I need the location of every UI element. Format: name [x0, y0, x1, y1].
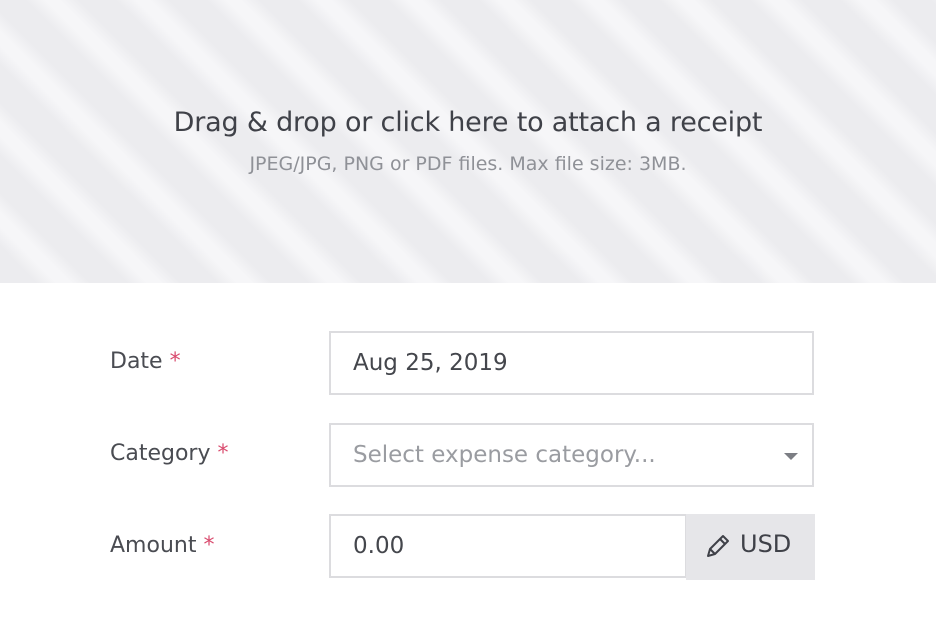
amount-label-text: Amount	[110, 533, 197, 558]
category-label: Category *	[110, 441, 229, 466]
date-field[interactable]: Aug 25, 2019	[329, 331, 814, 395]
receipt-dropzone[interactable]: Drag & drop or click here to attach a re…	[0, 0, 936, 283]
expense-form: Date * Aug 25, 2019 Category * Select expe…	[0, 283, 936, 626]
required-marker: *	[217, 441, 229, 466]
category-select[interactable]: Select expense category...	[329, 423, 814, 487]
date-label-text: Date	[110, 349, 163, 374]
amount-input[interactable]: 0.00	[329, 514, 687, 578]
currency-label: USD	[740, 530, 792, 558]
category-label-text: Category	[110, 441, 211, 466]
date-label: Date *	[110, 349, 181, 374]
dropzone-subtitle: JPEG/JPG, PNG or PDF files. Max file siz…	[249, 153, 687, 175]
amount-label: Amount *	[110, 533, 214, 558]
category-placeholder: Select expense category...	[353, 442, 656, 468]
required-marker: *	[169, 349, 181, 374]
pencil-icon	[707, 535, 729, 557]
amount-value: 0.00	[353, 533, 405, 559]
date-value: Aug 25, 2019	[353, 350, 508, 376]
required-marker: *	[203, 533, 215, 558]
chevron-down-icon	[784, 453, 798, 460]
dropzone-title: Drag & drop or click here to attach a re…	[173, 107, 763, 138]
currency-button[interactable]: USD	[686, 514, 815, 580]
